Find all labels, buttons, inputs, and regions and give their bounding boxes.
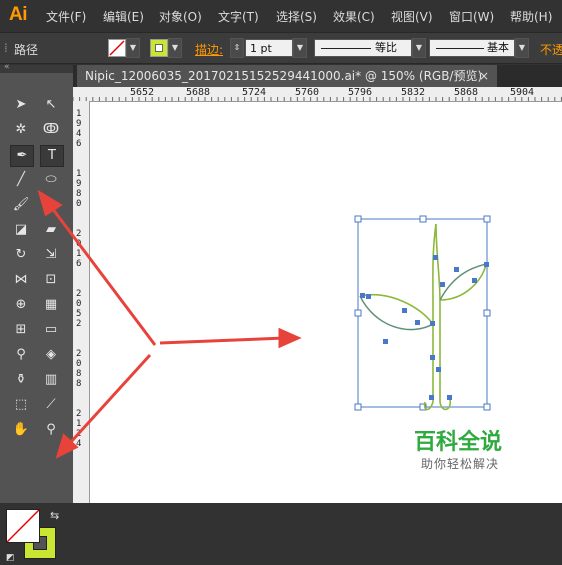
swap-fill-stroke-icon[interactable]: ⇆ — [50, 509, 59, 522]
ruler-label: 5904 — [510, 87, 535, 98]
pencil-tool-icon[interactable]: ✎ — [40, 195, 62, 215]
type-tool-icon[interactable]: T — [40, 145, 64, 167]
scale-tool-icon[interactable]: ⇲ — [40, 245, 62, 265]
ruler-label: 1 9 4 6 — [76, 109, 82, 149]
opacity-label[interactable]: 不透 — [540, 41, 562, 58]
selection-tool-icon[interactable]: ➤ — [10, 95, 32, 115]
brush-dropdown[interactable]: ▼ — [515, 38, 529, 58]
profile-dropdown[interactable]: ▼ — [412, 38, 426, 58]
close-tab-icon[interactable]: × — [479, 65, 489, 87]
shape-builder-tool-icon[interactable]: ⊕ — [10, 295, 32, 315]
ruler-label: 2 1 2 4 — [76, 409, 82, 449]
panel-grip-icon: ⁞ — [4, 41, 8, 55]
fill-stroke-widget: ⇆ ◩ — [6, 509, 66, 565]
gradient-tool-icon[interactable]: ▭ — [40, 320, 62, 340]
ruler-label: 2 0 5 2 — [76, 289, 82, 329]
blob-brush-tool-icon[interactable]: ◪ — [10, 220, 32, 240]
menu-select[interactable]: 选择(S) — [276, 8, 317, 25]
tools-panel: « ➤ ↖ ✲ ↂ ✒ T ╱ ⬭ 🖌 ✎ ◪ ▰ ↻ ⇲ ⋈ ⊡ ⊕ ▦ ⊞ ▭ ⚲ ◈ ⚱ ▥ ⬚ ⟋ ✋ ⚲ ⇆ ◩ — [0, 62, 73, 563]
menu-type[interactable]: 文字(T) — [218, 8, 259, 25]
document-tab[interactable]: Nipic_12006035_20170215152529441000.ai* … — [77, 65, 497, 87]
watermark-subtitle: 助你轻松解决 — [421, 457, 500, 471]
collapse-icon[interactable]: « — [4, 62, 10, 72]
vertical-ruler[interactable]: 1 9 4 6 1 9 8 0 2 0 1 6 2 0 5 2 2 0 8 8 … — [73, 101, 90, 503]
zoom-tool-icon[interactable]: ⚲ — [40, 420, 62, 440]
column-graph-tool-icon[interactable]: ▥ — [40, 370, 62, 390]
slice-tool-icon[interactable]: ⟋ — [40, 395, 62, 415]
tools-panel-header[interactable]: « — [0, 62, 73, 73]
stroke-label[interactable]: 描边: — [195, 41, 223, 58]
ruler-label: 5652 — [130, 87, 155, 98]
ruler-label: 5724 — [242, 87, 267, 98]
plant-path[interactable] — [359, 223, 488, 411]
profile-label: 等比 — [375, 41, 397, 54]
menu-edit[interactable]: 编辑(E) — [103, 8, 144, 25]
direct-selection-tool-icon[interactable]: ↖ — [40, 95, 62, 115]
ruler-label: 2 0 8 8 — [76, 349, 82, 389]
free-transform-tool-icon[interactable]: ⊡ — [40, 270, 62, 290]
menu-help[interactable]: 帮助(H) — [510, 8, 552, 25]
ruler-label: 5796 — [348, 87, 373, 98]
rotate-tool-icon[interactable]: ↻ — [10, 245, 32, 265]
stroke-weight-field[interactable]: 1 pt — [245, 39, 293, 57]
mesh-tool-icon[interactable]: ⊞ — [10, 320, 32, 340]
ruler-label: 5760 — [295, 87, 320, 98]
document-tab-bar: Nipic_12006035_20170215152529441000.ai* … — [73, 65, 562, 87]
menu-window[interactable]: 窗口(W) — [449, 8, 494, 25]
ruler-label: 1 9 8 0 — [76, 169, 82, 209]
no-fill-icon — [109, 40, 125, 56]
fill-color-box[interactable] — [6, 509, 40, 543]
menu-object[interactable]: 对象(O) — [159, 8, 202, 25]
ruler-label: 5868 — [454, 87, 479, 98]
symbol-sprayer-tool-icon[interactable]: ⚱ — [10, 370, 32, 390]
eyedropper-tool-icon[interactable]: ⚲ — [10, 345, 32, 365]
pen-tool-icon[interactable]: ✒ — [10, 145, 34, 167]
ruler-label: 5832 — [401, 87, 426, 98]
brush-definition[interactable]: 基本 — [429, 39, 515, 57]
control-bar: ⁞ 路径 ▼ ▼ 描边: ⇕ 1 pt ▼ 等比 ▼ 基本 ▼ 不透 — [0, 32, 562, 64]
variable-width-profile[interactable]: 等比 — [314, 39, 412, 57]
stroke-weight-dropdown[interactable]: ▼ — [293, 38, 307, 58]
line-tool-icon[interactable]: ╱ — [10, 170, 32, 190]
ruler-label: 2 0 1 6 — [76, 229, 82, 269]
menu-view[interactable]: 视图(V) — [391, 8, 433, 25]
app-logo: Ai — [9, 4, 28, 25]
ruler-label: 5688 — [186, 87, 211, 98]
ellipse-tool-icon[interactable]: ⬭ — [40, 170, 62, 190]
document-tab-title: Nipic_12006035_20170215152529441000.ai* … — [85, 69, 483, 83]
hand-tool-icon[interactable]: ✋ — [10, 420, 32, 440]
selection-type-label: 路径 — [14, 43, 39, 57]
stroke-swatch[interactable] — [150, 39, 168, 57]
perspective-grid-tool-icon[interactable]: ▦ — [40, 295, 62, 315]
eraser-tool-icon[interactable]: ▰ — [40, 220, 62, 240]
fill-swatch[interactable] — [108, 39, 126, 57]
magic-wand-tool-icon[interactable]: ✲ — [10, 120, 32, 140]
watermark-title: 百科全说 — [414, 430, 503, 455]
fill-dropdown[interactable]: ▼ — [126, 38, 140, 58]
default-colors-icon[interactable]: ◩ — [6, 553, 15, 563]
stroke-dropdown[interactable]: ▼ — [168, 38, 182, 58]
paintbrush-tool-icon[interactable]: 🖌 — [10, 195, 32, 215]
artboard-tool-icon[interactable]: ⬚ — [10, 395, 32, 415]
stroke-weight-stepper[interactable]: ⇕ — [230, 38, 244, 58]
brush-label: 基本 — [487, 41, 509, 54]
menu-file[interactable]: 文件(F) — [46, 8, 86, 25]
menu-bar: Ai 文件(F) 编辑(E) 对象(O) 文字(T) 选择(S) 效果(C) 视… — [0, 0, 562, 32]
none-icon — [6, 509, 40, 543]
blend-tool-icon[interactable]: ◈ — [40, 345, 62, 365]
lasso-tool-icon[interactable]: ↂ — [40, 120, 62, 140]
width-tool-icon[interactable]: ⋈ — [10, 270, 32, 290]
horizontal-ruler[interactable]: 5652 5688 5724 5760 5796 5832 5868 5904 — [73, 87, 562, 102]
menu-effect[interactable]: 效果(C) — [333, 8, 375, 25]
